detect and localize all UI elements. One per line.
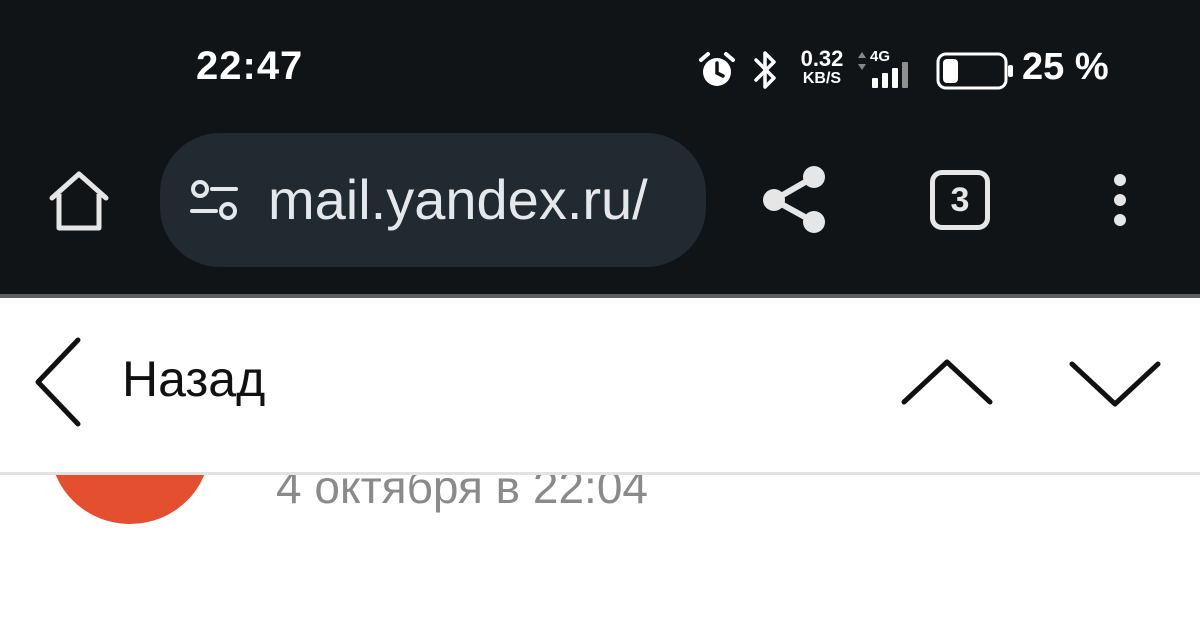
url-bar[interactable]: mail.yandex.ru/ — [160, 133, 706, 267]
share-icon[interactable] — [760, 164, 830, 236]
tab-count: 3 — [950, 181, 970, 219]
data-activity-icon — [858, 52, 866, 70]
signal-icon — [872, 62, 908, 88]
more-icon[interactable] — [1104, 170, 1136, 232]
network-speed: 0.32 KB/S — [792, 48, 852, 87]
network-speed-unit: KB/S — [802, 70, 842, 87]
previous-chevron-icon[interactable] — [898, 354, 996, 410]
mail-nav-header: Назад — [0, 298, 1200, 475]
next-chevron-icon[interactable] — [1066, 356, 1164, 412]
home-icon[interactable] — [46, 168, 112, 234]
back-label: Назад — [122, 351, 266, 407]
site-settings-icon[interactable] — [188, 179, 240, 221]
battery-percent: 25 % — [1022, 46, 1109, 88]
back-chevron-icon — [35, 337, 81, 427]
bluetooth-icon — [754, 51, 776, 89]
battery-icon — [936, 52, 1013, 90]
tabs-icon[interactable]: 3 — [930, 170, 990, 230]
back-button[interactable]: Назад — [0, 318, 300, 452]
status-time: 22:47 — [196, 44, 304, 88]
url-text[interactable]: mail.yandex.ru/ — [268, 167, 648, 233]
network-speed-value: 0.32 — [800, 46, 844, 71]
alarm-icon — [699, 52, 735, 86]
browser-top-bar: 22:47 0.32 KB/S 4G 25 % mail.yandex.ru/ … — [0, 0, 1200, 294]
